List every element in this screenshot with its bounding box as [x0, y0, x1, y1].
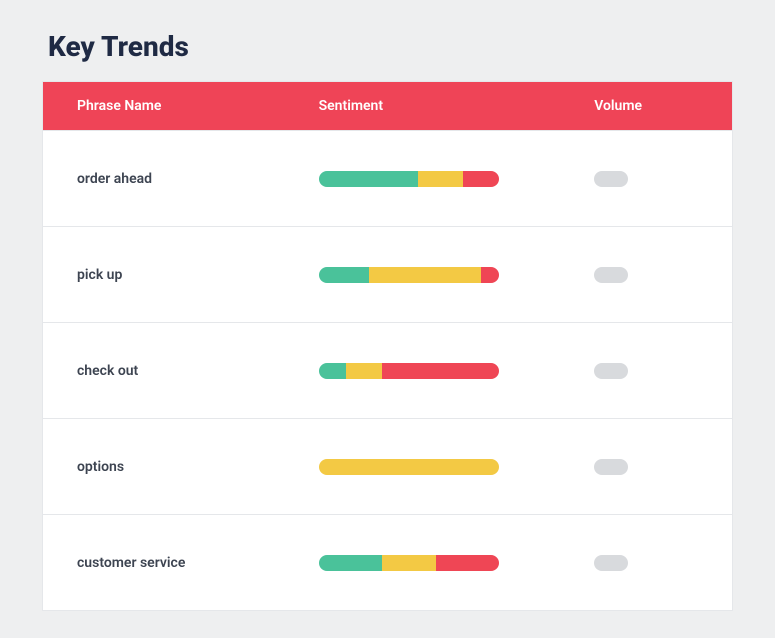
- sentiment-negative-segment: [463, 171, 499, 187]
- table-row[interactable]: check out: [43, 322, 732, 418]
- sentiment-bar: [319, 267, 499, 283]
- volume-pill: [594, 363, 628, 379]
- column-header-volume: Volume: [594, 98, 732, 114]
- sentiment-cell: [319, 459, 595, 475]
- volume-cell: [594, 267, 732, 283]
- volume-cell: [594, 363, 732, 379]
- sentiment-cell: [319, 363, 595, 379]
- table-header-row: Phrase Name Sentiment Volume: [43, 82, 732, 130]
- sentiment-neutral-segment: [369, 267, 481, 283]
- sentiment-bar: [319, 555, 499, 571]
- column-header-sentiment: Sentiment: [319, 98, 595, 114]
- phrase-cell: customer service: [43, 555, 319, 571]
- sentiment-positive-segment: [319, 171, 418, 187]
- sentiment-positive-segment: [319, 267, 369, 283]
- column-header-phrase: Phrase Name: [43, 98, 319, 114]
- sentiment-positive-segment: [319, 363, 346, 379]
- volume-pill: [594, 171, 628, 187]
- table-row[interactable]: customer service: [43, 514, 732, 610]
- sentiment-bar: [319, 459, 499, 475]
- sentiment-bar: [319, 171, 499, 187]
- sentiment-cell: [319, 267, 595, 283]
- phrase-cell: order ahead: [43, 171, 319, 187]
- sentiment-neutral-segment: [418, 171, 463, 187]
- key-trends-table: Phrase Name Sentiment Volume order ahead…: [42, 81, 733, 611]
- volume-cell: [594, 171, 732, 187]
- phrase-cell: check out: [43, 363, 319, 379]
- volume-cell: [594, 555, 732, 571]
- sentiment-neutral-segment: [319, 459, 499, 475]
- volume-pill: [594, 459, 628, 475]
- table-row[interactable]: options: [43, 418, 732, 514]
- sentiment-cell: [319, 171, 595, 187]
- page-title: Key Trends: [48, 30, 733, 63]
- sentiment-neutral-segment: [382, 555, 436, 571]
- sentiment-negative-segment: [382, 363, 499, 379]
- volume-cell: [594, 459, 732, 475]
- sentiment-cell: [319, 555, 595, 571]
- sentiment-positive-segment: [319, 555, 382, 571]
- volume-pill: [594, 555, 628, 571]
- sentiment-bar: [319, 363, 499, 379]
- table-row[interactable]: order ahead: [43, 130, 732, 226]
- sentiment-negative-segment: [481, 267, 499, 283]
- volume-pill: [594, 267, 628, 283]
- sentiment-neutral-segment: [346, 363, 382, 379]
- phrase-cell: options: [43, 459, 319, 475]
- phrase-cell: pick up: [43, 267, 319, 283]
- sentiment-negative-segment: [436, 555, 499, 571]
- table-row[interactable]: pick up: [43, 226, 732, 322]
